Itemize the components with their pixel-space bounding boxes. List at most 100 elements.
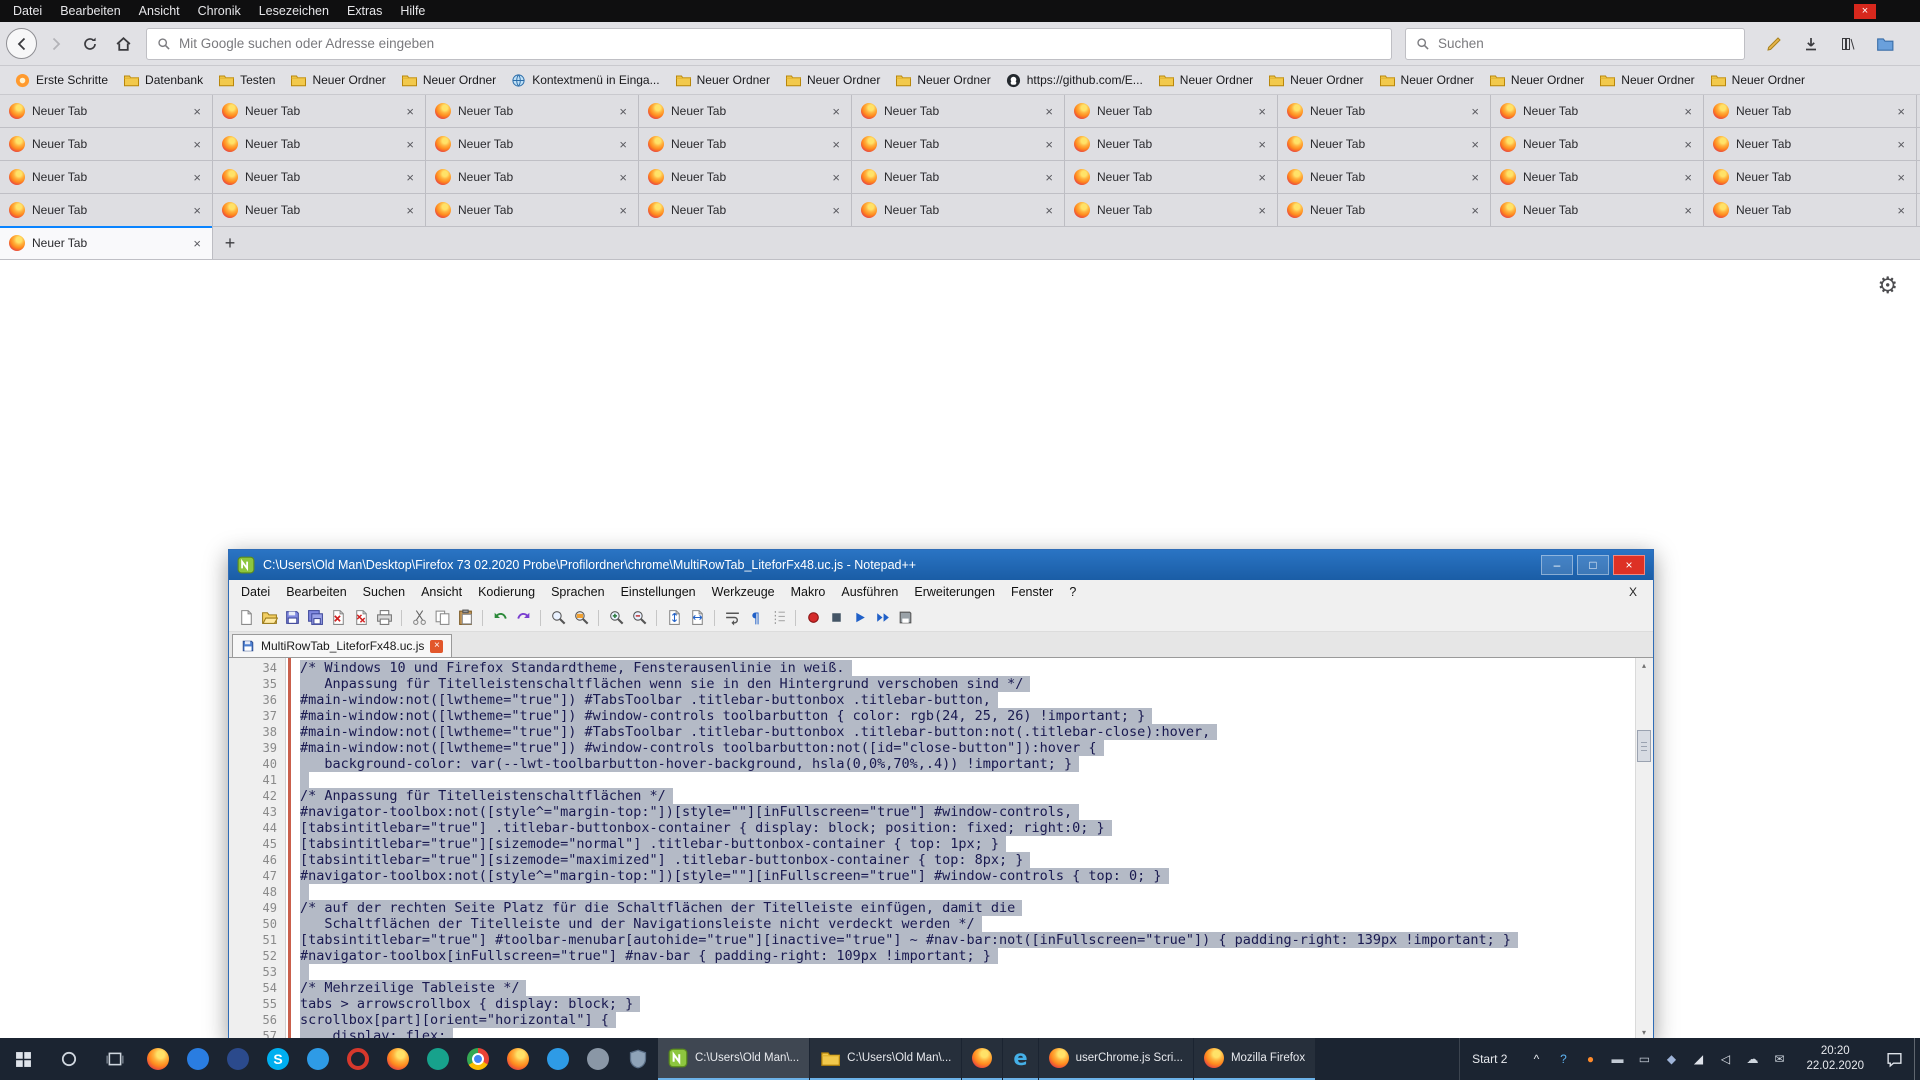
tab-close-icon[interactable]: × — [1469, 104, 1481, 119]
tab-close-icon[interactable]: × — [1256, 104, 1268, 119]
taskbar-task-button[interactable]: C:\Users\Old Man\... — [658, 1038, 809, 1080]
tab-close-icon[interactable]: × — [1682, 137, 1694, 152]
document-tab-close-icon[interactable]: × — [430, 640, 443, 653]
bookmark-item[interactable]: Testen — [211, 69, 282, 91]
url-input[interactable] — [179, 36, 1381, 51]
browser-tab[interactable]: Neuer Tab× — [0, 194, 213, 226]
save-icon[interactable] — [283, 609, 301, 627]
new-tab-button[interactable]: + — [213, 227, 247, 259]
npp-menu-einstellungen[interactable]: Einstellungen — [613, 583, 704, 601]
npp-menu-kodierung[interactable]: Kodierung — [470, 583, 543, 601]
record-macro-icon[interactable] — [804, 609, 822, 627]
menubar-item-lesezeichen[interactable]: Lesezeichen — [250, 0, 338, 22]
zoom-out-icon[interactable] — [630, 609, 648, 627]
pinned-app-teal-icon[interactable] — [418, 1038, 458, 1080]
browser-tab[interactable]: Neuer Tab× — [1065, 128, 1278, 160]
tab-close-icon[interactable]: × — [1043, 170, 1055, 185]
npp-menu-makro[interactable]: Makro — [783, 583, 834, 601]
bookmark-item[interactable]: Neuer Ordner — [1372, 69, 1481, 91]
bookmark-item[interactable]: Neuer Ordner — [1482, 69, 1591, 91]
browser-tab[interactable]: Neuer Tab× — [1704, 95, 1917, 127]
pinned-skype-icon[interactable]: S — [258, 1038, 298, 1080]
browser-tab[interactable]: Neuer Tab× — [1491, 194, 1704, 226]
pinned-app-blue-icon[interactable] — [538, 1038, 578, 1080]
bookmark-item[interactable]: https://github.com/E... — [999, 70, 1150, 91]
close-file-icon[interactable] — [329, 609, 347, 627]
pinned-firefox-icon[interactable] — [378, 1038, 418, 1080]
menubar-close-icon[interactable]: X — [1629, 585, 1649, 599]
browser-tab[interactable]: Neuer Tab× — [1278, 95, 1491, 127]
tab-close-icon[interactable]: × — [1895, 203, 1907, 218]
npp-menu-datei[interactable]: Datei — [233, 583, 278, 601]
pinned-firefox-icon[interactable] — [138, 1038, 178, 1080]
browser-tab[interactable]: Neuer Tab× — [639, 161, 852, 193]
code-editor[interactable]: 3435363738394041424344454647484950515253… — [230, 658, 1652, 1040]
tab-close-icon[interactable]: × — [1043, 137, 1055, 152]
redo-icon[interactable] — [514, 609, 532, 627]
bookmark-item[interactable]: Neuer Ordner — [1261, 69, 1370, 91]
url-bar[interactable] — [146, 28, 1392, 60]
tab-close-icon[interactable]: × — [1256, 203, 1268, 218]
npp-menu-suchen[interactable]: Suchen — [355, 583, 413, 601]
browser-tab[interactable]: Neuer Tab× — [213, 194, 426, 226]
bookmark-item[interactable]: Neuer Ordner — [1703, 69, 1812, 91]
scrollbar-thumb[interactable] — [1637, 730, 1651, 762]
bookmark-item[interactable]: Neuer Ordner — [888, 69, 997, 91]
start-button[interactable] — [0, 1038, 46, 1080]
pinned-firefox-icon[interactable] — [498, 1038, 538, 1080]
tab-close-icon[interactable]: × — [191, 137, 203, 152]
copy-icon[interactable] — [433, 609, 451, 627]
browser-tab[interactable]: Neuer Tab× — [0, 95, 213, 127]
browser-tab[interactable]: Neuer Tab× — [1065, 95, 1278, 127]
new-file-icon[interactable] — [237, 609, 255, 627]
tab-close-icon[interactable]: × — [830, 137, 842, 152]
npp-menu-bearbeiten[interactable]: Bearbeiten — [278, 583, 354, 601]
zoom-in-icon[interactable] — [607, 609, 625, 627]
browser-tab[interactable]: Neuer Tab× — [1491, 95, 1704, 127]
browser-tab[interactable]: Neuer Tab× — [1065, 194, 1278, 226]
document-tab[interactable]: MultiRowTab_LiteforFx48.uc.js × — [232, 634, 452, 657]
tab-close-icon[interactable]: × — [830, 203, 842, 218]
menubar-item-hilfe[interactable]: Hilfe — [391, 0, 434, 22]
bookmark-item[interactable]: Neuer Ordner — [283, 69, 392, 91]
maximize-button[interactable]: □ — [1577, 555, 1609, 575]
task-view-button[interactable] — [92, 1038, 138, 1080]
cortana-search-button[interactable] — [46, 1038, 92, 1080]
paste-icon[interactable] — [456, 609, 474, 627]
save-macro-icon[interactable] — [896, 609, 914, 627]
indent-guide-icon[interactable] — [769, 609, 787, 627]
taskbar-task-button[interactable]: Mozilla Firefox — [1194, 1038, 1315, 1080]
browser-tab[interactable]: Neuer Tab× — [639, 95, 852, 127]
browser-tab[interactable]: Neuer Tab× — [426, 95, 639, 127]
tab-close-icon[interactable]: × — [617, 170, 629, 185]
browser-tab[interactable]: Neuer Tab× — [639, 128, 852, 160]
tab-close-icon[interactable]: × — [404, 137, 416, 152]
tab-close-icon[interactable]: × — [617, 104, 629, 119]
tab-close-icon[interactable]: × — [830, 170, 842, 185]
taskbar-task-button[interactable]: e — [1003, 1038, 1037, 1080]
browser-tab[interactable]: Neuer Tab× — [1278, 194, 1491, 226]
browser-tab[interactable]: Neuer Tab× — [1704, 194, 1917, 226]
code-area[interactable]: /* Windows 10 und Firefox Standardtheme,… — [300, 658, 1635, 1040]
back-button[interactable] — [6, 28, 37, 59]
reload-button[interactable] — [74, 28, 105, 59]
tab-close-icon[interactable]: × — [830, 104, 842, 119]
bookmark-item[interactable]: Neuer Ordner — [394, 69, 503, 91]
tab-close-icon[interactable]: × — [1469, 203, 1481, 218]
replace-icon[interactable] — [572, 609, 590, 627]
browser-tab[interactable]: Neuer Tab× — [213, 128, 426, 160]
menubar-item-ansicht[interactable]: Ansicht — [130, 0, 189, 22]
tab-close-icon[interactable]: × — [1895, 104, 1907, 119]
bookmark-item[interactable]: Kontextmenü in Einga... — [504, 70, 666, 91]
tab-close-icon[interactable]: × — [1895, 137, 1907, 152]
browser-tab[interactable]: Neuer Tab× — [1278, 128, 1491, 160]
bookmark-item[interactable]: Neuer Ordner — [778, 69, 887, 91]
tab-close-icon[interactable]: × — [191, 236, 203, 251]
folder-icon[interactable] — [1871, 30, 1899, 58]
browser-tab[interactable]: Neuer Tab× — [0, 161, 213, 193]
forward-button[interactable] — [40, 28, 71, 59]
play-macro-icon[interactable] — [850, 609, 868, 627]
npp-menu-werkzeuge[interactable]: Werkzeuge — [704, 583, 783, 601]
browser-tab[interactable]: Neuer Tab× — [426, 194, 639, 226]
npp-menu-ansicht[interactable]: Ansicht — [413, 583, 470, 601]
